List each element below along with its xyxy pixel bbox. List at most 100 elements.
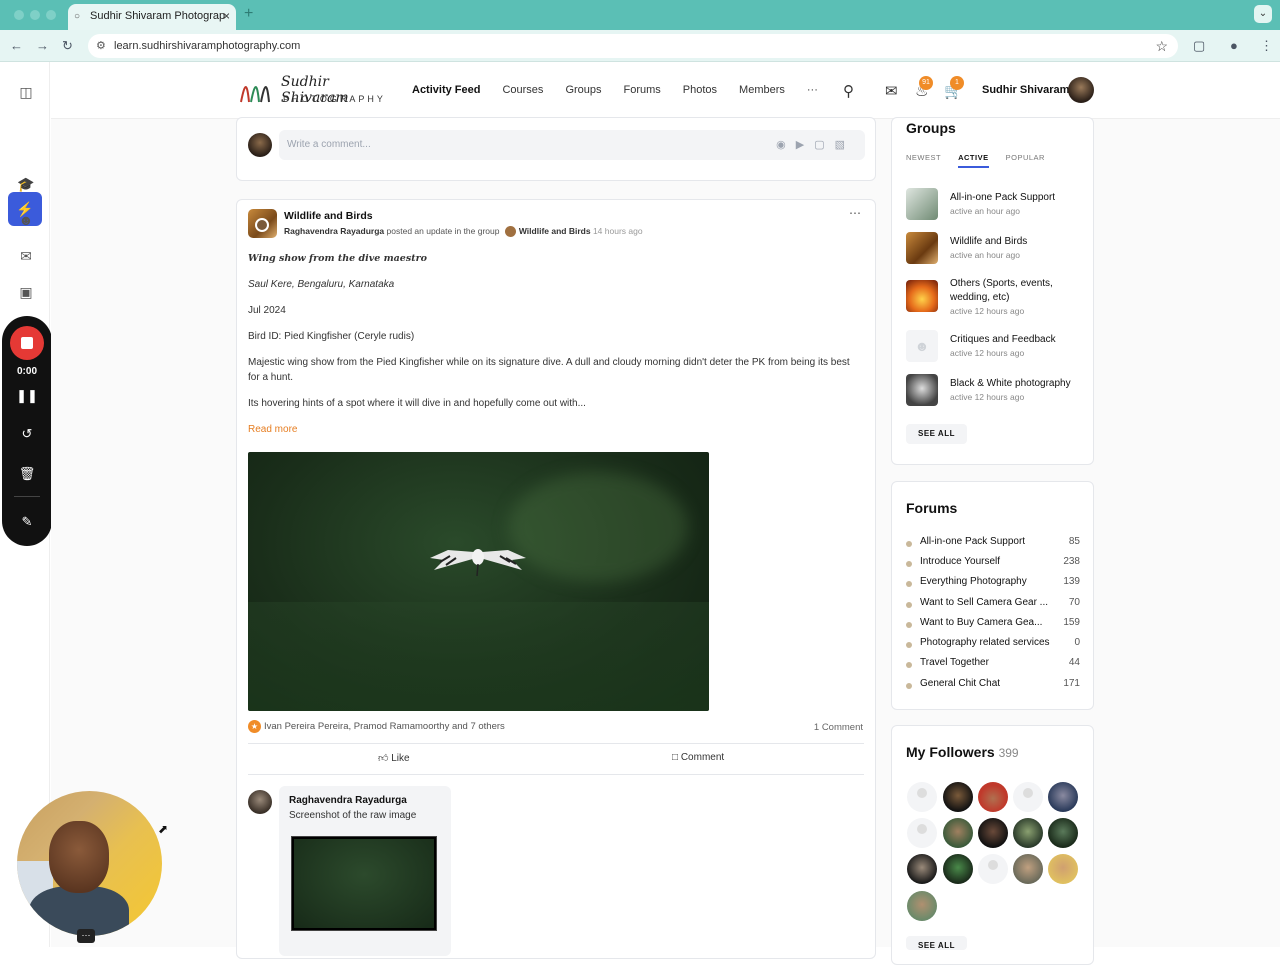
user-name[interactable]: Sudhir Shivaram xyxy=(982,84,1069,96)
nav-forums[interactable]: Forums xyxy=(613,62,672,119)
group-name[interactable]: Wildlife and Birds xyxy=(950,235,1080,249)
likes-summary[interactable]: ★ Ivan Pereira Pereira, Pramod Ramamoorth… xyxy=(248,720,505,733)
address-bar[interactable]: ⚙ learn.sudhirshivaramphotography.com ☆ xyxy=(88,34,1178,58)
forum-name[interactable]: Photography related services xyxy=(920,637,1070,648)
delete-icon[interactable]: 🗑 xyxy=(2,466,52,482)
forum-item[interactable]: All-in-one Pack Support 85 xyxy=(906,536,1080,550)
new-tab-icon[interactable]: + xyxy=(244,5,253,23)
forum-name[interactable]: Introduce Yourself xyxy=(920,556,1050,567)
group-item[interactable]: Wildlife and Birds active an hour ago xyxy=(906,232,1086,266)
author-avatar[interactable] xyxy=(255,218,269,232)
nav-more[interactable]: ··· xyxy=(796,62,829,119)
follower-avatar[interactable] xyxy=(907,782,937,812)
pause-icon[interactable]: ❚❚ xyxy=(2,388,52,404)
extensions-icon[interactable]: ▢ xyxy=(1193,38,1205,54)
nav-photos[interactable]: Photos xyxy=(672,62,728,119)
draw-pencil-icon[interactable]: ✎ xyxy=(2,514,52,530)
follower-avatar[interactable] xyxy=(1048,782,1078,812)
forward-icon[interactable]: → xyxy=(36,38,49,53)
comment-input[interactable]: Write a comment... ◉▶▢▧ xyxy=(279,130,865,160)
forum-item[interactable]: Everything Photography 139 xyxy=(906,576,1080,590)
tab-newest[interactable]: NEWEST xyxy=(906,153,941,166)
minimize-window-dot[interactable] xyxy=(30,10,40,20)
group-item[interactable]: Others (Sports, events, wedding, etc) ac… xyxy=(906,274,1086,322)
follower-avatar[interactable] xyxy=(1013,854,1043,884)
forum-name[interactable]: General Chit Chat xyxy=(920,678,1050,689)
forum-name[interactable]: Everything Photography xyxy=(920,576,1050,587)
like-button[interactable]: 👍︎ Like xyxy=(378,752,410,764)
groups-see-all-button[interactable]: SEE ALL xyxy=(906,424,967,444)
forum-name[interactable]: Travel Together xyxy=(920,657,1050,668)
groups-icon[interactable]: ☻ xyxy=(16,210,36,230)
site-settings-icon[interactable]: ⚙ xyxy=(96,39,106,52)
nav-courses[interactable]: Courses xyxy=(491,62,554,119)
follower-avatar[interactable] xyxy=(907,818,937,848)
post-author[interactable]: Raghavendra Rayadurga xyxy=(284,226,384,236)
follower-avatar[interactable] xyxy=(1013,782,1043,812)
group-name[interactable]: All-in-one Pack Support xyxy=(950,191,1080,205)
forum-item[interactable]: Photography related services 0 xyxy=(906,637,1080,651)
group-item[interactable]: Black & White photography active 12 hour… xyxy=(906,374,1086,408)
browser-tab[interactable]: ○ Sudhir Shivaram Photograp × xyxy=(68,4,236,30)
forum-name[interactable]: Want to Buy Camera Gea... xyxy=(920,617,1050,628)
group-item[interactable]: All-in-one Pack Support active an hour a… xyxy=(906,188,1086,222)
inbox-icon[interactable]: ✉ xyxy=(885,82,898,100)
browser-menu-icon[interactable]: ⋮ xyxy=(1260,38,1273,54)
reply-image[interactable] xyxy=(291,836,437,931)
follower-avatar[interactable] xyxy=(943,854,973,884)
follower-avatar[interactable] xyxy=(1048,818,1078,848)
nav-members[interactable]: Members xyxy=(728,62,796,119)
forum-item[interactable]: Introduce Yourself 238 xyxy=(906,556,1080,570)
follower-avatar[interactable] xyxy=(907,854,937,884)
group-name[interactable]: Black & White photography xyxy=(950,377,1080,391)
forums-icon[interactable]: ✉ xyxy=(16,246,36,266)
stop-recording-button[interactable] xyxy=(10,326,44,360)
sidebar-toggle-icon[interactable]: ◫ xyxy=(16,82,36,102)
reply-author-avatar[interactable] xyxy=(248,790,272,814)
comment-button[interactable]: □ Comment xyxy=(672,752,724,763)
follower-avatar[interactable] xyxy=(978,818,1008,848)
forum-item[interactable]: Want to Buy Camera Gea... 159 xyxy=(906,617,1080,631)
tab-popular[interactable]: POPULAR xyxy=(1006,153,1045,166)
post-photo[interactable] xyxy=(248,452,709,711)
close-window-dot[interactable] xyxy=(14,10,24,20)
courses-icon[interactable]: 🎓 xyxy=(16,174,36,194)
group-name[interactable]: Critiques and Feedback xyxy=(950,333,1080,347)
bookmark-star-icon[interactable]: ☆ xyxy=(1155,38,1168,55)
maximize-window-dot[interactable] xyxy=(46,10,56,20)
comment-attach-icons[interactable]: ◉▶▢▧ xyxy=(776,138,855,151)
post-more-icon[interactable]: ⋯ xyxy=(849,206,861,220)
post-group-link[interactable]: Wildlife and Birds xyxy=(519,226,591,236)
profile-icon[interactable]: ● xyxy=(1230,38,1238,53)
search-icon[interactable]: ⚲ xyxy=(843,82,854,100)
follower-avatar[interactable] xyxy=(1048,854,1078,884)
reload-icon[interactable]: ↻ xyxy=(62,38,73,54)
nav-groups[interactable]: Groups xyxy=(554,62,612,119)
follower-avatar[interactable] xyxy=(907,891,937,921)
user-avatar[interactable] xyxy=(1068,77,1094,103)
follower-avatar[interactable] xyxy=(978,782,1008,812)
comment-count[interactable]: 1 Comment xyxy=(814,722,863,733)
back-icon[interactable]: ← xyxy=(10,38,23,53)
forum-item[interactable]: General Chit Chat 171 xyxy=(906,678,1080,692)
follower-avatar[interactable] xyxy=(943,782,973,812)
follower-avatar[interactable] xyxy=(978,854,1008,884)
follower-avatar[interactable] xyxy=(943,818,973,848)
restart-icon[interactable]: ↺ xyxy=(2,426,52,442)
post-group-title[interactable]: Wildlife and Birds xyxy=(284,210,373,222)
tab-active[interactable]: ACTIVE xyxy=(958,153,989,168)
tab-search-chevron-icon[interactable]: ⌄ xyxy=(1254,5,1272,23)
webcam-overlay[interactable] xyxy=(17,791,162,936)
forum-name[interactable]: Want to Sell Camera Gear ... xyxy=(920,597,1050,608)
forum-item[interactable]: Travel Together 44 xyxy=(906,657,1080,671)
nav-activity-feed[interactable]: Activity Feed xyxy=(401,62,492,119)
follower-avatar[interactable] xyxy=(1013,818,1043,848)
followers-see-all-button[interactable]: SEE ALL xyxy=(906,936,967,950)
read-more-link[interactable]: Read more xyxy=(248,424,297,435)
close-tab-icon[interactable]: × xyxy=(223,9,230,23)
reply-author[interactable]: Raghavendra Rayadurga xyxy=(289,795,407,806)
group-item[interactable]: ☻ Critiques and Feedback active 12 hours… xyxy=(906,330,1086,364)
photos-icon[interactable]: ▣ xyxy=(16,282,36,302)
forum-item[interactable]: Want to Sell Camera Gear ... 70 xyxy=(906,597,1080,611)
forum-name[interactable]: All-in-one Pack Support xyxy=(920,536,1050,547)
